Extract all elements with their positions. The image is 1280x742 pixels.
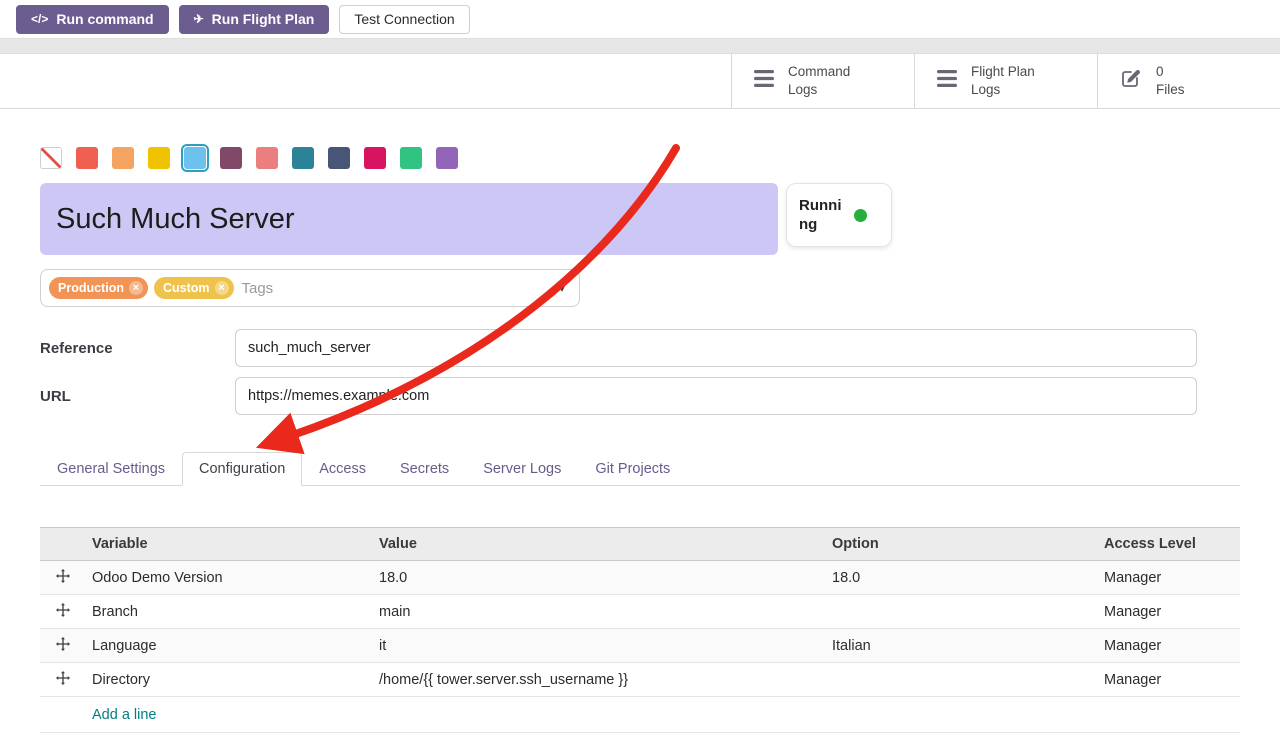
tab-access[interactable]: Access — [302, 452, 383, 486]
test-connection-label: Test Connection — [354, 11, 454, 27]
color-swatch[interactable] — [436, 147, 458, 169]
cell-value[interactable]: it — [373, 629, 826, 663]
reference-input[interactable] — [235, 329, 1197, 367]
drag-handle-icon[interactable] — [40, 663, 86, 697]
tag-pill-custom: Custom × — [154, 277, 234, 299]
cell-variable[interactable]: Odoo Demo Version — [86, 561, 373, 595]
files-button[interactable]: 0 Files — [1097, 54, 1280, 108]
run-flight-plan-label: Run Flight Plan — [212, 11, 315, 27]
cell-option[interactable] — [826, 595, 1098, 629]
command-logs-label: Command Logs — [788, 63, 850, 98]
cell-value[interactable]: main — [373, 595, 826, 629]
files-label: 0 Files — [1156, 63, 1185, 98]
drag-handle-icon[interactable] — [40, 629, 86, 663]
table-row: Branch main Manager — [40, 595, 1240, 629]
tab-git-projects[interactable]: Git Projects — [578, 452, 687, 486]
flight-plan-logs-button[interactable]: Flight Plan Logs — [914, 54, 1097, 108]
column-header-handle — [40, 528, 86, 561]
chevron-down-icon[interactable]: ▾ — [559, 281, 565, 295]
color-swatch[interactable] — [112, 147, 134, 169]
bars-icon — [937, 70, 957, 92]
color-swatch[interactable] — [400, 147, 422, 169]
cell-option[interactable]: 18.0 — [826, 561, 1098, 595]
cell-access-level[interactable]: Manager — [1098, 629, 1240, 663]
tag-label: Custom — [163, 281, 210, 295]
command-logs-button[interactable]: Command Logs — [731, 54, 914, 108]
run-flight-plan-button[interactable]: ✈ Run Flight Plan — [179, 5, 330, 34]
cell-option[interactable]: Italian — [826, 629, 1098, 663]
drag-handle-icon[interactable] — [40, 561, 86, 595]
column-header-value[interactable]: Value — [373, 528, 826, 561]
add-line-row: Add a line — [40, 697, 1240, 733]
add-a-line-link[interactable]: Add a line — [92, 707, 157, 723]
cell-access-level[interactable]: Manager — [1098, 663, 1240, 697]
plane-icon: ✈ — [194, 12, 204, 26]
url-label: URL — [40, 388, 235, 405]
flight-plan-logs-label: Flight Plan Logs — [971, 63, 1035, 98]
cell-variable[interactable]: Branch — [86, 595, 373, 629]
cell-variable[interactable]: Language — [86, 629, 373, 663]
column-header-option[interactable]: Option — [826, 528, 1098, 561]
cell-value[interactable]: /home/{{ tower.server.ssh_username }} — [373, 663, 826, 697]
status-indicator: Running — [786, 183, 892, 247]
top-toolbar: </> Run command ✈ Run Flight Plan Test C… — [0, 0, 1280, 38]
url-input[interactable] — [235, 377, 1197, 415]
url-row: URL — [40, 377, 1197, 415]
color-swatch-none[interactable] — [40, 147, 62, 169]
cell-access-level[interactable]: Manager — [1098, 595, 1240, 629]
tag-pill-production: Production × — [49, 277, 148, 299]
tags-placeholder: Tags — [242, 280, 274, 297]
bars-icon — [754, 70, 774, 92]
form-tabs: General Settings Configuration Access Se… — [40, 452, 1240, 486]
table-header-row: Variable Value Option Access Level — [40, 528, 1240, 561]
tab-secrets[interactable]: Secrets — [383, 452, 466, 486]
tag-remove-icon[interactable]: × — [129, 281, 143, 295]
tag-remove-icon[interactable]: × — [215, 281, 229, 295]
table-row: Odoo Demo Version 18.0 18.0 Manager — [40, 561, 1240, 595]
color-swatch[interactable] — [256, 147, 278, 169]
cell-value[interactable]: 18.0 — [373, 561, 826, 595]
tab-server-logs[interactable]: Server Logs — [466, 452, 578, 486]
name-row: Running — [40, 183, 1240, 255]
edit-icon — [1120, 68, 1142, 95]
color-swatch[interactable] — [76, 147, 98, 169]
table-row: Directory /home/{{ tower.server.ssh_user… — [40, 663, 1240, 697]
column-header-access-level[interactable]: Access Level — [1098, 528, 1240, 561]
drag-handle-icon[interactable] — [40, 595, 86, 629]
form-sheet: Running Production × Custom × Tags ▾ Ref… — [0, 109, 1280, 733]
tab-general-settings[interactable]: General Settings — [40, 452, 182, 486]
color-swatch[interactable] — [364, 147, 386, 169]
column-header-variable[interactable]: Variable — [86, 528, 373, 561]
color-swatch[interactable] — [148, 147, 170, 169]
cell-access-level[interactable]: Manager — [1098, 561, 1240, 595]
code-icon: </> — [31, 12, 48, 26]
page-background-band — [0, 38, 1280, 54]
tab-configuration[interactable]: Configuration — [182, 452, 302, 486]
table-row: Language it Italian Manager — [40, 629, 1240, 663]
color-swatch[interactable] — [292, 147, 314, 169]
color-swatch[interactable] — [328, 147, 350, 169]
color-swatch[interactable] — [220, 147, 242, 169]
color-picker — [40, 147, 1240, 169]
configuration-table: Variable Value Option Access Level Odoo … — [40, 527, 1240, 733]
cell-variable[interactable]: Directory — [86, 663, 373, 697]
test-connection-button[interactable]: Test Connection — [339, 5, 469, 34]
run-command-label: Run command — [56, 11, 153, 27]
form-header: Command Logs Flight Plan Logs 0 Files — [0, 54, 1280, 109]
status-dot-icon — [854, 209, 867, 222]
tag-label: Production — [58, 281, 124, 295]
reference-label: Reference — [40, 340, 235, 357]
status-label: Running — [799, 196, 847, 235]
reference-row: Reference — [40, 329, 1197, 367]
server-name-input[interactable] — [40, 183, 778, 255]
cell-option[interactable] — [826, 663, 1098, 697]
tags-input[interactable]: Production × Custom × Tags ▾ — [40, 269, 580, 307]
color-swatch-selected[interactable] — [184, 147, 206, 169]
run-command-button[interactable]: </> Run command — [16, 5, 169, 34]
